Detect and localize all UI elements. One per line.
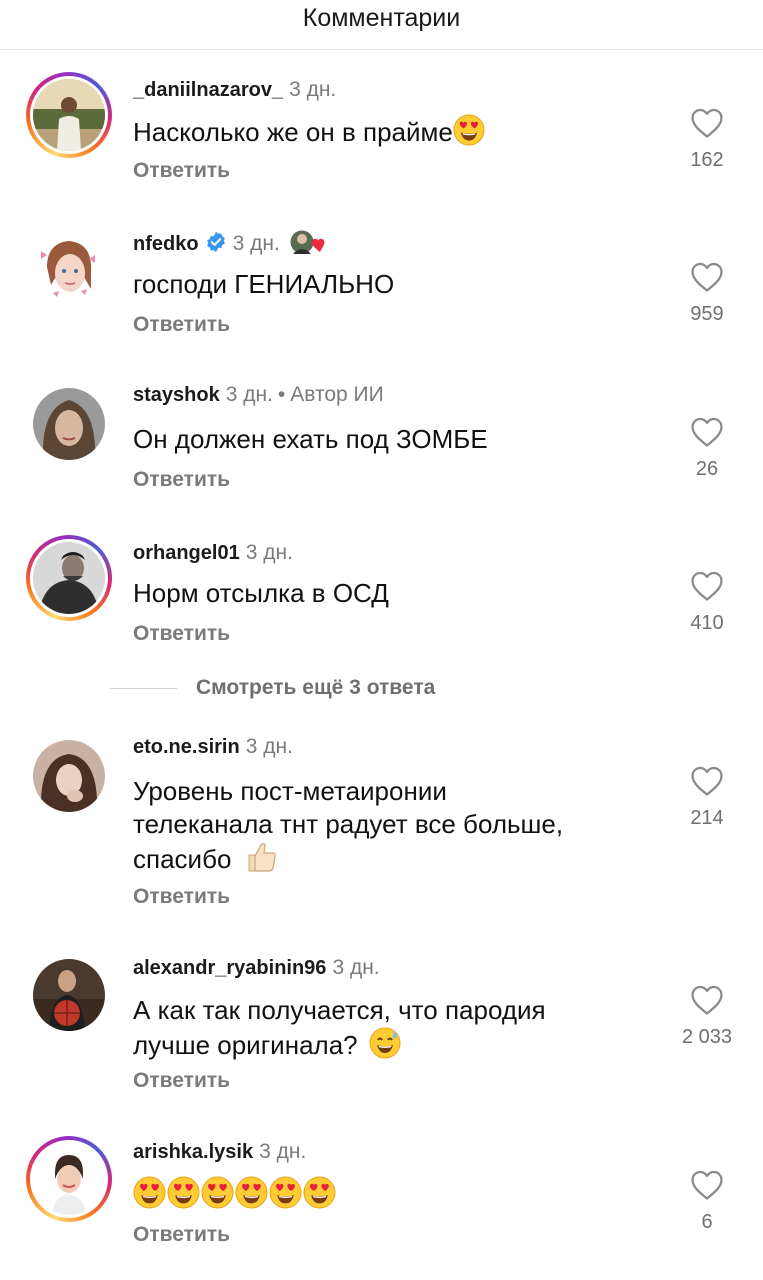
heart-eyes-emoji-icon [235, 1176, 268, 1209]
like-button[interactable]: 410 [672, 570, 742, 635]
like-button[interactable]: 2 033 [672, 984, 742, 1049]
avatar[interactable] [26, 952, 112, 1038]
like-count: 162 [690, 149, 724, 171]
thumbs-up-emoji-icon [248, 842, 276, 872]
comment-text: господи ГЕНИАЛЬНО [133, 269, 395, 299]
page-title: Комментарии [302, 4, 461, 32]
heart-eyes-emoji-icon [303, 1176, 336, 1209]
heart-outline-icon[interactable] [690, 1169, 724, 1201]
comments-header: Комментарии [0, 0, 763, 50]
heart-outline-icon[interactable] [690, 765, 724, 797]
reply-button[interactable]: Ответить [133, 622, 230, 646]
comment-line: А как так получается, что пародия [133, 995, 546, 1025]
like-count: 6 [701, 1211, 713, 1233]
comment-text: Уровень пост-метаиронии телеканала тнт р… [133, 775, 633, 876]
heart-eyes-emoji-icon [453, 114, 485, 146]
heart-outline-icon[interactable] [690, 570, 724, 602]
avatar[interactable] [26, 72, 112, 158]
comment-username[interactable]: arishka.lysik [133, 1141, 253, 1163]
heart-outline-icon[interactable] [690, 984, 724, 1016]
heart-eyes-emoji-icon [167, 1176, 200, 1209]
comment-text: Он должен ехать под ЗОМБЕ [133, 424, 488, 454]
like-button[interactable]: 26 [672, 416, 742, 481]
reply-button[interactable]: Ответить [133, 159, 230, 183]
heart-eyes-emoji-icon [201, 1176, 234, 1209]
comment-time: 3 дн. [289, 78, 337, 101]
comment-text [133, 1176, 633, 1212]
heart-outline-icon[interactable] [690, 107, 724, 139]
comment-line-last: лучше оригинала? [133, 1027, 633, 1062]
like-count: 410 [690, 612, 724, 634]
comment-time: 3 дн. [245, 735, 293, 758]
view-more-replies[interactable]: Смотреть ещё 3 ответа [110, 676, 510, 702]
like-count: 959 [690, 303, 724, 325]
comment-time: 3 дн. [332, 956, 380, 979]
verified-badge-icon [206, 231, 225, 253]
reply-button[interactable]: Ответить [133, 313, 230, 337]
comment-line: Уровень пост-метаиронии [133, 776, 447, 806]
liked-by-author-badge [288, 228, 330, 256]
divider-line [110, 688, 177, 689]
comment-text: Насколько же он в прайме [133, 114, 633, 149]
comment-line: лучше оригинала? [133, 1030, 358, 1060]
comment-line-last: спасибо [133, 841, 633, 876]
comment-time: 3 дн. [245, 541, 293, 564]
comment-line: телеканала тнт радует все больше, [133, 809, 564, 839]
reply-button[interactable]: Ответить [133, 1223, 230, 1247]
avatar[interactable] [26, 535, 112, 621]
emoji-row [133, 1176, 336, 1210]
comment-username[interactable]: nfedko [133, 233, 199, 255]
heart-eyes-emoji-icon [133, 1176, 166, 1209]
like-button[interactable]: 162 [672, 107, 742, 172]
comment-username[interactable]: orhangel01 [133, 542, 240, 564]
comment-username[interactable]: eto.ne.sirin [133, 736, 240, 758]
avatar[interactable] [26, 226, 112, 312]
reply-button[interactable]: Ответить [133, 1069, 230, 1093]
comment-line: спасибо [133, 844, 232, 874]
author-tag: Автор ИИ [290, 383, 384, 406]
heart-outline-icon[interactable] [690, 416, 724, 448]
like-button[interactable]: 6 [672, 1169, 742, 1234]
avatar[interactable] [26, 381, 112, 467]
heart-filled-icon [311, 238, 325, 252]
comment-time: 3 дн. [232, 232, 280, 255]
sweat-smile-emoji-icon [369, 1027, 401, 1059]
view-more-replies-label[interactable]: Смотреть ещё 3 ответа [196, 676, 435, 700]
comment-username[interactable]: _daniilnazarov_ [133, 79, 283, 101]
comment-text: Норм отсылка в ОСД [133, 578, 389, 608]
like-button[interactable]: 959 [672, 261, 742, 326]
like-count: 214 [690, 807, 724, 829]
heart-eyes-emoji-icon [269, 1176, 302, 1209]
reply-button[interactable]: Ответить [133, 468, 230, 492]
comment-username[interactable]: stayshok [133, 384, 220, 406]
comment-text-content: Насколько же он в прайме [133, 117, 453, 147]
comment-username[interactable]: alexandr_ryabinin96 [133, 957, 326, 979]
comment-time: 3 дн. [259, 1140, 307, 1163]
like-count: 2 033 [681, 1026, 733, 1048]
comment-text: А как так получается, что пародия лучше … [133, 994, 633, 1062]
avatar[interactable] [26, 733, 112, 819]
heart-outline-icon[interactable] [690, 261, 724, 293]
comment-time: 3 дн. [225, 383, 273, 406]
avatar[interactable] [26, 1136, 112, 1222]
like-button[interactable]: 214 [672, 765, 742, 830]
like-count: 26 [695, 458, 719, 480]
reply-button[interactable]: Ответить [133, 885, 230, 909]
author-avatar-icon [288, 228, 325, 256]
